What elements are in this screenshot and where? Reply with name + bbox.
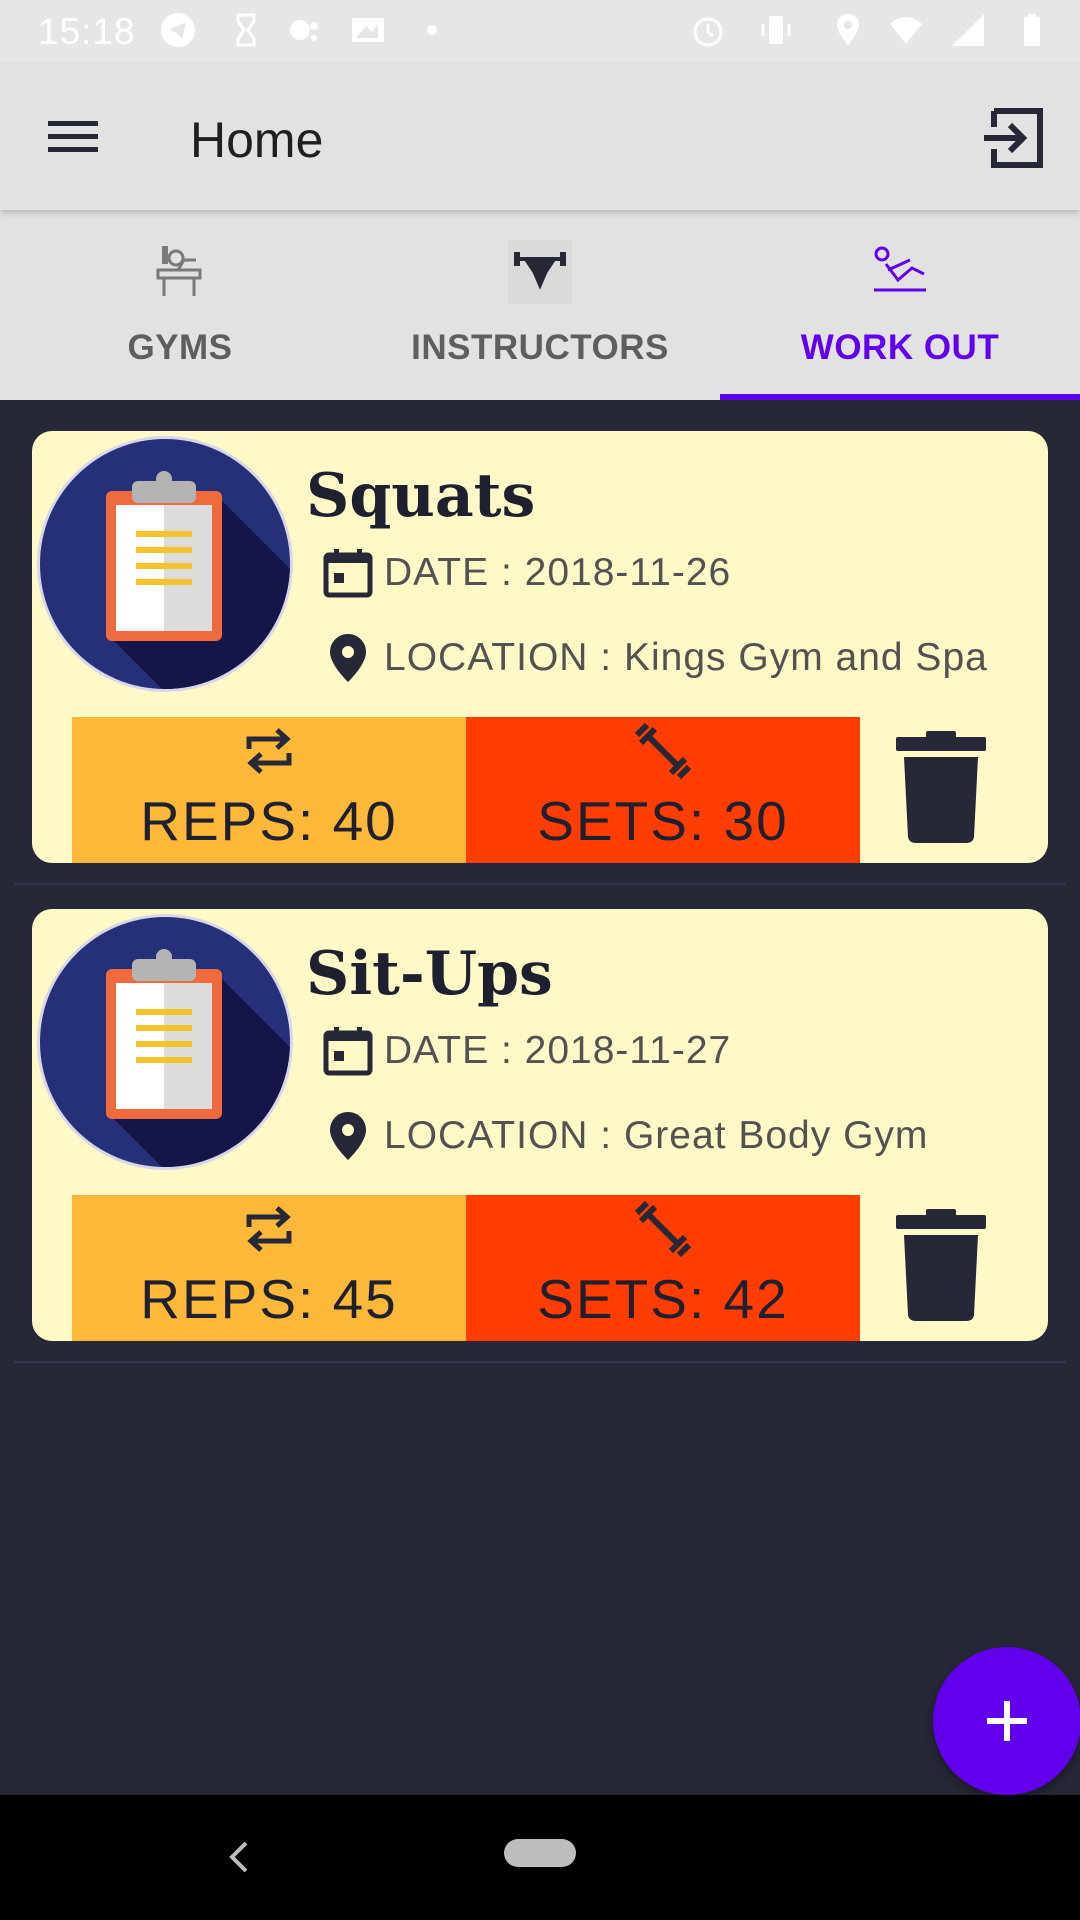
workout-name: Sit-Ups xyxy=(306,939,553,1009)
dumbbell-icon xyxy=(634,722,692,780)
sets-box: SETS: 42 xyxy=(466,1195,860,1341)
tab-label: GYMS xyxy=(127,328,233,367)
trash-icon[interactable] xyxy=(886,1205,996,1325)
alarm-icon xyxy=(693,17,723,47)
sets-value: SETS: 30 xyxy=(537,790,789,852)
tab-label: INSTRUCTORS xyxy=(411,328,669,367)
tab-instructors[interactable]: INSTRUCTORS xyxy=(360,210,720,400)
sets-value: SETS: 42 xyxy=(537,1268,789,1330)
repeat-icon xyxy=(246,1206,292,1252)
reps-value: REPS: 45 xyxy=(140,1268,398,1330)
image-icon xyxy=(352,18,384,42)
battery-icon xyxy=(1024,14,1040,46)
date-row: DATE : 2018-11-26 xyxy=(322,543,731,603)
divider xyxy=(14,883,1066,885)
tab-indicator xyxy=(720,394,1080,400)
menu-icon[interactable] xyxy=(34,101,112,171)
date-row: DATE : 2018-11-27 xyxy=(322,1021,731,1081)
dot-icon xyxy=(427,25,437,35)
location-row: LOCATION : Kings Gym and Spa xyxy=(322,628,988,688)
workout-location: LOCATION : Kings Gym and Spa xyxy=(384,636,988,679)
hourglass-icon xyxy=(236,13,256,47)
location-row: LOCATION : Great Body Gym xyxy=(322,1106,928,1166)
add-icon xyxy=(987,1701,1027,1741)
system-nav-bar xyxy=(0,1795,1080,1920)
workout-name: Squats xyxy=(306,461,536,531)
assistant-icon xyxy=(290,20,318,41)
logout-icon[interactable] xyxy=(980,103,1050,173)
divider xyxy=(14,1361,1066,1363)
page-title: Home xyxy=(190,112,324,168)
clipboard-icon xyxy=(37,436,293,692)
workout-location: LOCATION : Great Body Gym xyxy=(384,1114,929,1157)
workout-card[interactable]: Squats DATE : 2018-11-26 LOCATION : King… xyxy=(32,431,1048,863)
situp-icon xyxy=(874,246,926,292)
sets-box: SETS: 30 xyxy=(466,717,860,863)
repeat-icon xyxy=(246,728,292,774)
telegram-icon xyxy=(161,13,195,47)
dumbbell-icon xyxy=(634,1200,692,1258)
bench-press-icon xyxy=(156,246,202,296)
workout-card[interactable]: Sit-Ups DATE : 2018-11-27 LOCATION : Gre… xyxy=(32,909,1048,1341)
home-pill[interactable] xyxy=(504,1839,576,1867)
map-pin-icon xyxy=(330,1112,366,1160)
app-bar: Home xyxy=(0,63,1080,210)
clipboard-icon xyxy=(37,914,293,1170)
trash-icon[interactable] xyxy=(886,727,996,847)
status-time: 15:18 xyxy=(38,11,136,52)
vibrate-icon xyxy=(761,16,791,44)
map-pin-icon xyxy=(330,634,366,682)
back-icon[interactable] xyxy=(218,1835,262,1879)
tab-label: WORK OUT xyxy=(800,328,1000,367)
calendar-icon xyxy=(323,549,373,598)
workout-date: DATE : 2018-11-27 xyxy=(384,1029,732,1072)
workout-date: DATE : 2018-11-26 xyxy=(384,551,732,594)
location-icon xyxy=(837,14,859,45)
tab-bar: GYMS INSTRUCTORS WORK OUT xyxy=(0,210,1080,400)
wifi-icon xyxy=(890,17,922,44)
reps-box: REPS: 45 xyxy=(72,1195,466,1341)
reps-value: REPS: 40 xyxy=(140,790,398,852)
tab-gyms[interactable]: GYMS xyxy=(0,210,360,400)
calendar-icon xyxy=(323,1027,373,1076)
weightlifter-icon xyxy=(508,240,572,304)
add-workout-button[interactable] xyxy=(933,1647,1080,1795)
reps-box: REPS: 40 xyxy=(72,717,466,863)
status-bar: 15:18 xyxy=(0,0,1080,63)
signal-icon xyxy=(952,14,984,46)
tab-work-out[interactable]: WORK OUT xyxy=(720,210,1080,400)
